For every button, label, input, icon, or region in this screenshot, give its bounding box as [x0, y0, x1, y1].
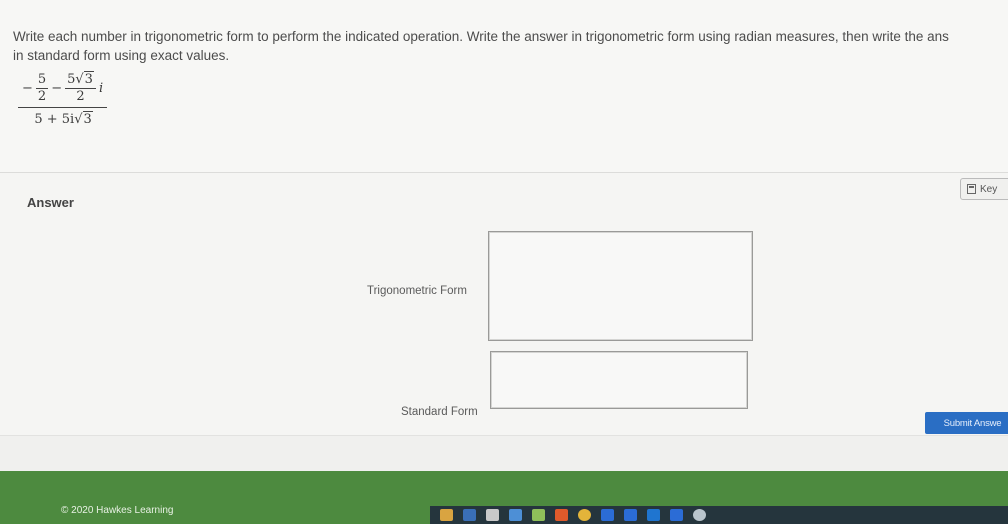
fraction-numerator: − 5 2 − 5√3 2 i	[18, 71, 108, 108]
trigonometric-form-label: Trigonometric Form	[367, 285, 467, 297]
amazon-icon[interactable]	[486, 509, 499, 521]
windows-taskbar	[430, 506, 1008, 524]
submit-answer-button[interactable]: Submit Answe	[925, 412, 1008, 434]
sqrt-symbol: √3	[75, 71, 94, 87]
term2-numerator: 5√3	[65, 71, 96, 89]
denominator-radicand: 3	[82, 111, 93, 127]
standard-form-input[interactable]	[490, 351, 748, 409]
trigonometric-form-input[interactable]	[488, 231, 753, 341]
outlook-icon[interactable]	[647, 509, 660, 521]
office-icon[interactable]	[555, 509, 568, 521]
dropbox-icon[interactable]	[509, 509, 522, 521]
sqrt-symbol: √3	[74, 111, 93, 127]
denominator-text: 5 + 5i	[34, 112, 75, 127]
keypad-button-label: Key	[980, 183, 998, 195]
term2-fraction: 5√3 2	[65, 71, 96, 105]
word-icon-2[interactable]	[624, 509, 637, 521]
term2-denominator: 2	[76, 89, 85, 104]
store-icon[interactable]	[463, 509, 476, 521]
dollar-icon[interactable]	[532, 509, 545, 521]
term1-fraction: 5 2	[35, 72, 49, 105]
term1-numerator: 5	[35, 72, 49, 89]
word-icon-3[interactable]	[670, 509, 683, 521]
term2-coef: 5	[67, 72, 76, 87]
math-expression: − 5 2 − 5√3 2 i 5 + 5i√3	[18, 71, 108, 129]
page-bottom	[0, 435, 1008, 472]
main-fraction: − 5 2 − 5√3 2 i 5 + 5i√3	[18, 71, 108, 129]
question-text: Write each number in trigonometric form …	[13, 27, 1008, 65]
minus-sign: −	[51, 81, 63, 96]
term1-denominator: 2	[37, 89, 47, 104]
notification-icon[interactable]	[693, 509, 706, 521]
copyright-text: © 2020 Hawkes Learning	[61, 505, 174, 516]
file-explorer-icon[interactable]	[440, 509, 453, 521]
answer-heading: Answer	[27, 195, 74, 210]
question-line-2: in standard form using exact values.	[13, 48, 230, 63]
chrome-icon[interactable]	[578, 509, 591, 521]
radicand: 3	[83, 71, 94, 87]
standard-form-label: Standard Form	[401, 406, 478, 418]
imaginary-unit: i	[98, 81, 104, 96]
keypad-button[interactable]: Key	[960, 178, 1008, 200]
negative-sign: −	[22, 81, 33, 96]
question-panel: Write each number in trigonometric form …	[0, 0, 1008, 173]
word-icon[interactable]	[601, 509, 614, 521]
question-line-1: Write each number in trigonometric form …	[13, 29, 949, 44]
fraction-denominator: 5 + 5i√3	[18, 108, 107, 129]
calculator-icon	[967, 184, 976, 194]
